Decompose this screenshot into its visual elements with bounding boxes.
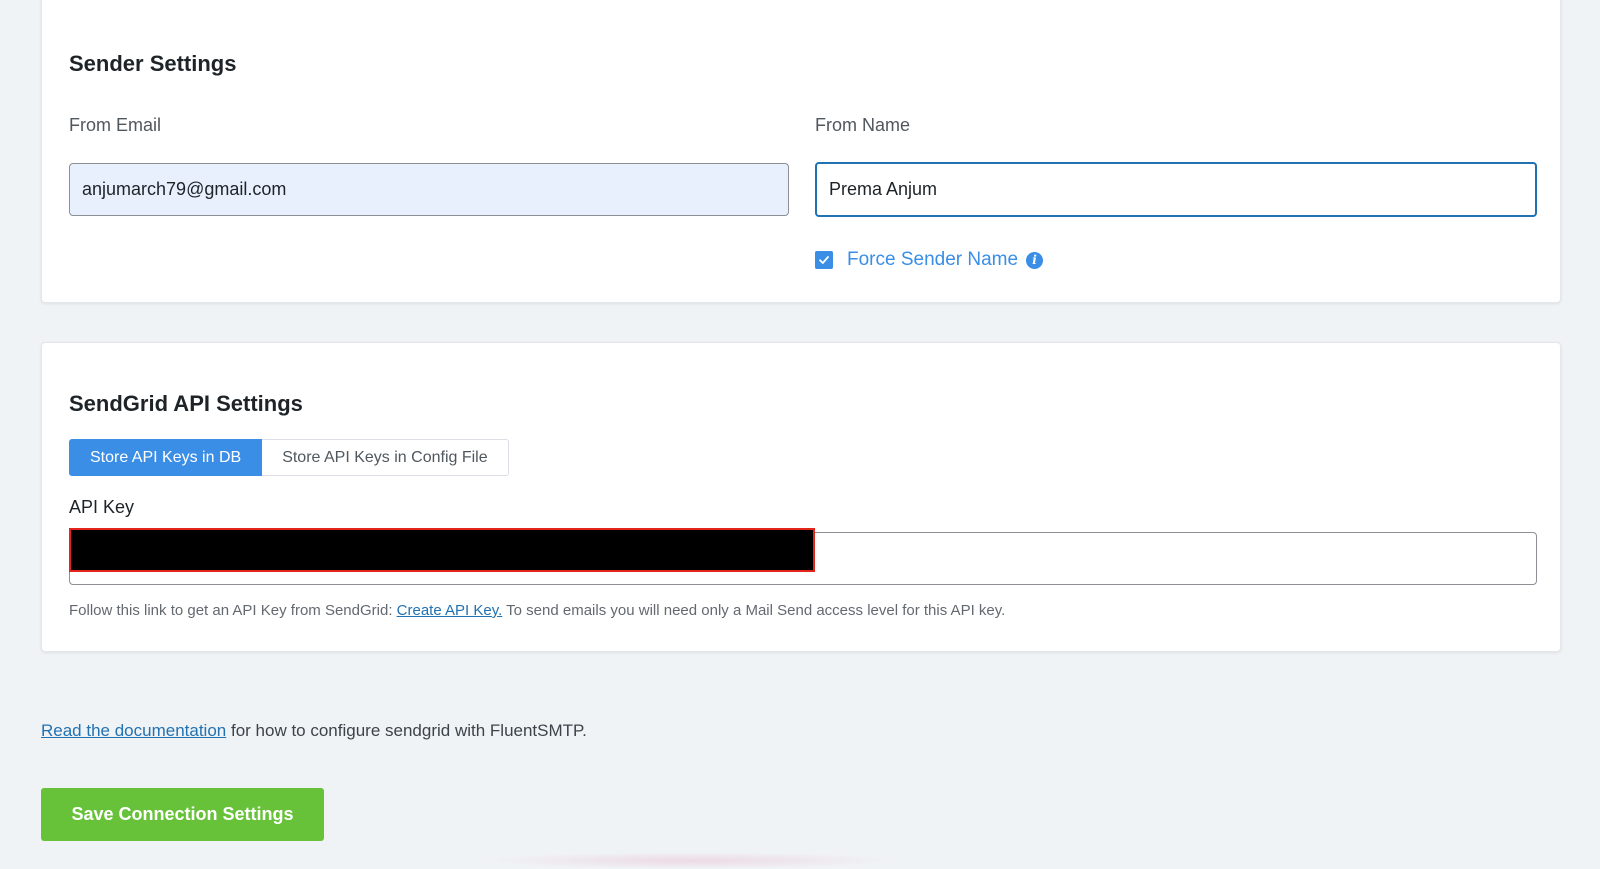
check-icon <box>819 256 829 264</box>
api-key-redaction <box>69 528 815 572</box>
api-key-label: API Key <box>69 497 135 517</box>
from-name-input[interactable] <box>815 162 1537 217</box>
from-email-input[interactable] <box>69 163 789 216</box>
api-key-help: Follow this link to get an API Key from … <box>69 602 1005 619</box>
sender-settings-title: Sender Settings <box>69 51 237 76</box>
info-icon[interactable]: i <box>1026 251 1044 269</box>
save-connection-settings-button[interactable]: Save Connection Settings <box>41 788 324 841</box>
store-in-db-button[interactable]: Store API Keys in DB <box>69 439 263 476</box>
from-email-label: From Email <box>69 115 162 135</box>
create-api-key-link[interactable]: Create API Key. <box>397 602 503 619</box>
documentation-suffix: for how to configure sendgrid with Fluen… <box>230 721 587 740</box>
documentation-note: Read the documentation for how to config… <box>41 721 587 741</box>
sender-settings-card: Sender Settings From Email From Name For… <box>41 0 1561 303</box>
api-key-help-suffix: To send emails you will need only a Mail… <box>506 602 1006 619</box>
from-name-label: From Name <box>815 115 911 135</box>
force-sender-name-option[interactable]: Force Sender Name i <box>815 249 1044 271</box>
api-key-storage-toggle: Store API Keys in DB Store API Keys in C… <box>69 439 509 476</box>
bottom-overlay-fade <box>480 852 900 869</box>
sendgrid-settings-title: SendGrid API Settings <box>69 391 303 416</box>
force-sender-name-label[interactable]: Force Sender Name <box>847 249 1018 271</box>
force-sender-name-checkbox[interactable] <box>815 251 833 269</box>
store-in-config-button[interactable]: Store API Keys in Config File <box>262 439 509 476</box>
read-documentation-link[interactable]: Read the documentation <box>41 721 226 740</box>
api-key-help-prefix: Follow this link to get an API Key from … <box>69 602 393 619</box>
sendgrid-settings-card: SendGrid API Settings Store API Keys in … <box>41 342 1561 652</box>
